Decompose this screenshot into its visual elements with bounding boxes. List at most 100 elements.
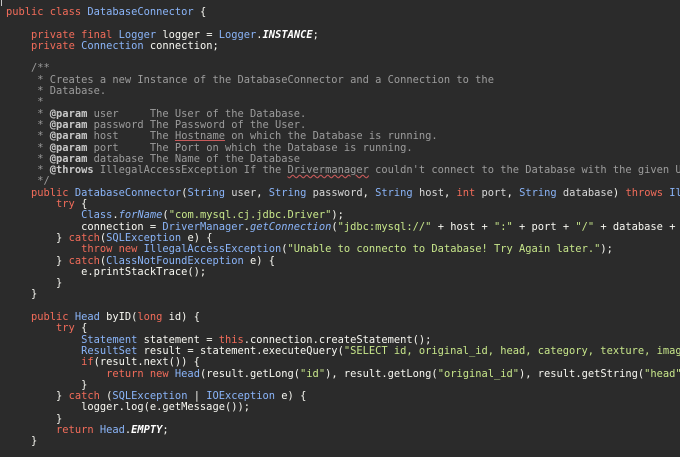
code-token: * Database.	[6, 85, 107, 98]
code-line[interactable]: public DatabaseConnector(String user, St…	[6, 186, 680, 199]
code-token: }	[6, 231, 69, 244]
code-token: IllegalAccessException If the	[93, 164, 288, 177]
code-token: @param	[49, 152, 88, 165]
code-token: public	[6, 6, 50, 18]
code-token: INSTANCE	[262, 28, 313, 41]
code-token: ,	[506, 186, 520, 199]
code-token: e.printStackTrace();	[6, 265, 207, 278]
code-token: *	[6, 107, 50, 120]
code-token: logger =	[162, 28, 219, 41]
code-token: String	[187, 186, 232, 199]
code-token: }	[6, 277, 63, 290]
code-token: host The	[87, 130, 175, 143]
code-line[interactable]: e.printStackTrace();	[6, 265, 680, 278]
code-token: |	[193, 390, 207, 403]
code-token: throws	[625, 186, 670, 199]
code-token: )	[612, 186, 626, 199]
code-token: Head	[174, 367, 200, 380]
code-token: this	[218, 333, 244, 346]
code-token: catch	[68, 390, 107, 403]
code-line[interactable]: }	[6, 289, 680, 300]
code-line[interactable]	[6, 52, 680, 63]
code-token: on which the Database is running.	[224, 130, 438, 143]
code-token: *	[6, 152, 50, 165]
code-token: Class	[81, 209, 113, 222]
code-token: ResultSet	[81, 344, 144, 357]
code-token: SQLException	[106, 231, 188, 244]
code-token: IllegalAccessException	[143, 243, 282, 256]
code-token: );	[331, 209, 344, 222]
code-token: }	[6, 435, 38, 448]
code-token: public	[31, 186, 75, 199]
code-token: EMPTY	[131, 423, 163, 436]
code-token: class	[49, 6, 88, 18]
code-token: (result.getLong(	[199, 367, 301, 380]
code-line[interactable]: * Database.	[6, 85, 680, 98]
code-token: catch	[68, 254, 100, 267]
code-token: connection =	[6, 220, 163, 233]
code-token: *	[6, 141, 50, 154]
code-token: long	[137, 311, 169, 324]
code-token: "Unable to connecto to Database! Try Aga…	[287, 243, 601, 256]
code-token: port	[481, 186, 507, 199]
code-token: }	[6, 254, 69, 267]
code-editor[interactable]: public class DatabaseConnector { private…	[0, 0, 680, 457]
code-token: logger.log(e.getMessage());	[6, 401, 250, 414]
code-line[interactable]: * Creates a new Instance of the Database…	[6, 73, 680, 86]
code-token: return	[56, 423, 100, 436]
code-line[interactable]: }	[6, 436, 680, 447]
code-line[interactable]: }	[6, 277, 680, 290]
code-token: e) {	[187, 231, 213, 244]
code-token: String	[375, 186, 419, 199]
code-token: Drivermanager	[287, 164, 369, 177]
code-token: ), result.getLong(	[325, 367, 438, 380]
code-token: *	[6, 130, 50, 143]
code-token: @param	[49, 141, 88, 154]
code-token: .connection.createStatement();	[243, 333, 432, 346]
code-token: public	[31, 311, 75, 324]
code-token: try	[56, 322, 82, 335]
code-line[interactable]: logger.log(e.getMessage());	[6, 402, 680, 413]
code-token: database	[562, 186, 613, 199]
code-line[interactable]: public class DatabaseConnector {	[6, 6, 680, 18]
code-token: "id"	[300, 367, 326, 380]
code-line[interactable]: return new Head(result.getLong("id"), re…	[6, 367, 680, 380]
code-token: }	[6, 378, 88, 391]
code-token: Head	[74, 311, 107, 324]
code-token: }	[6, 288, 38, 301]
code-token: return new	[106, 367, 175, 380]
code-line[interactable]: private Connection connection;	[6, 39, 680, 52]
code-token: ;	[312, 28, 319, 41]
code-token: private	[31, 39, 82, 52]
code-token: password The Password of the User.	[87, 118, 307, 131]
code-token: @param	[49, 118, 88, 131]
code-token: *	[6, 118, 50, 131]
code-token: ,	[256, 186, 269, 199]
code-token: {	[193, 6, 207, 18]
code-token: String	[268, 186, 313, 199]
code-token: "com.mysql.cj.jdbc.Driver"	[168, 209, 332, 222]
code-lines: public class DatabaseConnector { private…	[6, 6, 680, 448]
code-token: e) {	[250, 254, 276, 267]
code-token: ClassNotFoundException	[106, 254, 250, 267]
code-token: String	[519, 186, 563, 199]
code-token: connection;	[149, 39, 219, 52]
code-line[interactable]: * @throws IllegalAccessException If the …	[6, 165, 680, 176]
code-line[interactable]: return Head.EMPTY;	[6, 423, 680, 436]
code-line[interactable]: public Head byID(long id) {	[6, 311, 680, 324]
code-token: ), result.getString(	[519, 367, 645, 380]
code-token: */	[6, 175, 50, 188]
code-token: Hostname	[174, 130, 225, 143]
code-token: "original_id"	[437, 367, 520, 380]
code-token: @param	[49, 107, 88, 120]
code-token: @param	[49, 130, 88, 143]
code-token: Head	[99, 423, 125, 436]
code-token: * Creates a new Instance of the Database…	[6, 73, 494, 86]
code-token: try	[56, 198, 82, 211]
